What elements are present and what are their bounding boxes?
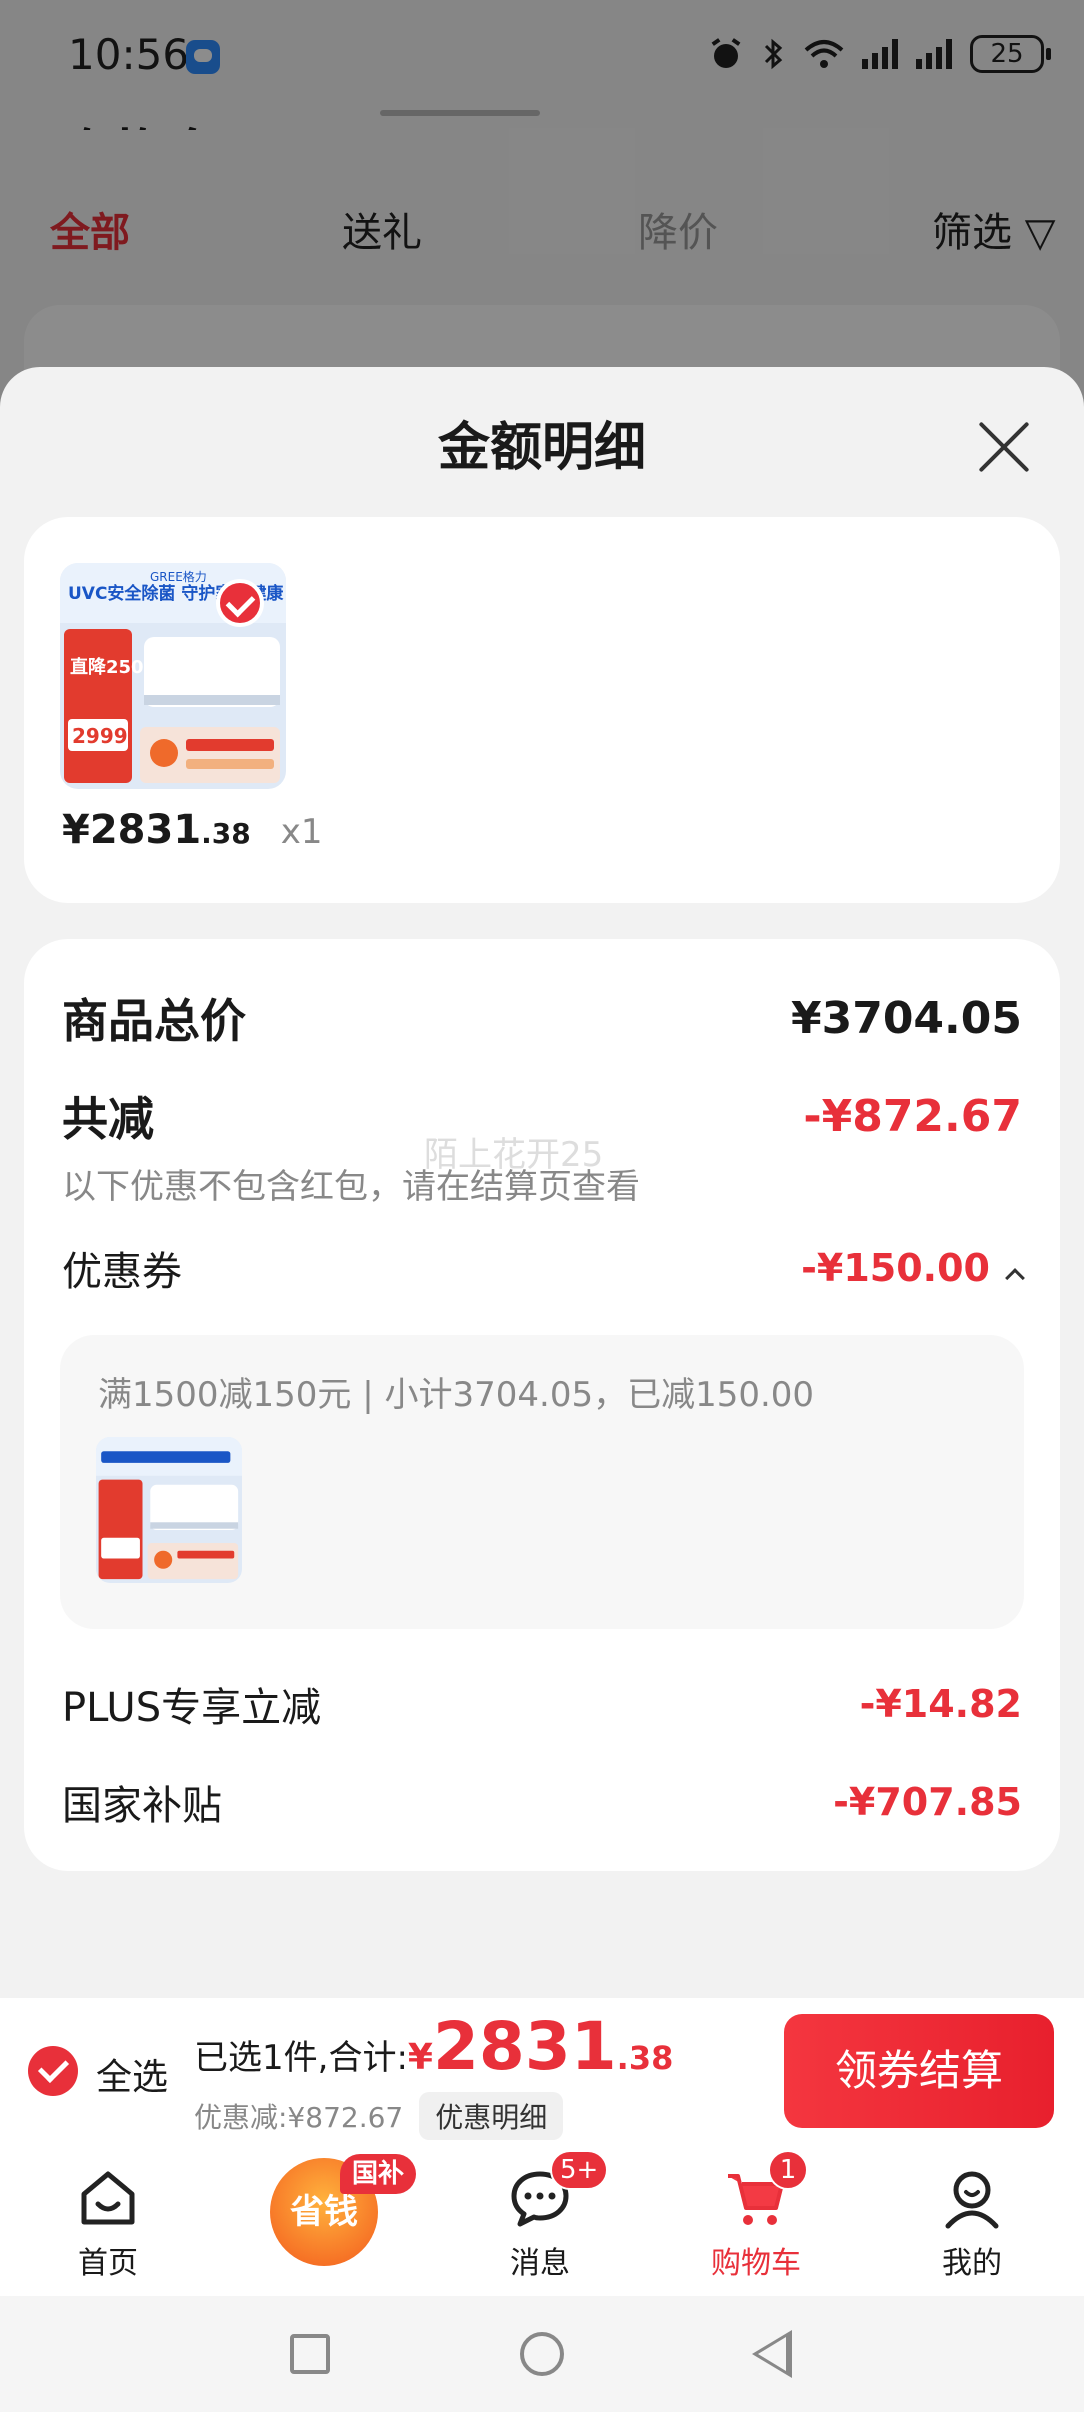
product-image-brand: GREE格力 (150, 569, 207, 584)
product-quantity: x1 (280, 812, 323, 852)
recent-apps-icon[interactable] (290, 2334, 330, 2374)
total-amount-int: 2831 (432, 2008, 617, 2085)
discount-line: 优惠减:¥872.67 优惠明细 (194, 2092, 564, 2140)
cart-count-badge: 1 (768, 2150, 808, 2190)
tab-cart-label: 购物车 (711, 2246, 801, 2281)
close-icon[interactable] (974, 417, 1034, 477)
total-currency: ¥ (407, 2037, 433, 2078)
system-navigation-bar (0, 2296, 1084, 2412)
discount-detail-button[interactable]: 优惠明细 (419, 2092, 564, 2140)
product-price-dec: .38 (201, 817, 251, 850)
selected-count-text: 已选1件,合计: (194, 2038, 408, 2078)
national-subsidy-label: 国家补贴 (62, 1783, 222, 1829)
checkout-button[interactable]: 领券结算 (784, 2014, 1054, 2128)
product-image-price: 2999 (72, 724, 128, 748)
selected-total-line: 已选1件,合计: ¥ 2831 .38 (194, 2008, 673, 2085)
national-subsidy-badge: 国补 (340, 2154, 417, 2194)
total-price-label: 商品总价 (62, 994, 246, 1048)
select-all-check-icon[interactable] (28, 2046, 78, 2096)
chevron-up-icon[interactable] (1005, 1268, 1025, 1288)
coupon-product-thumbnail (96, 1437, 242, 1583)
tab-cart[interactable]: 1 购物车 (656, 2146, 856, 2296)
product-price-int: ¥2831 (62, 807, 202, 853)
message-count-badge: 5+ (550, 2150, 609, 2190)
total-price-row: 商品总价 ¥3704.05 (62, 985, 1022, 1051)
coupon-value-wrap: -¥150.00 (801, 1246, 1025, 1290)
product-image-tag: 直降250 (70, 656, 144, 678)
plus-discount-row: PLUS专享立减 -¥14.82 (62, 1675, 1022, 1733)
discount-amount-text: 优惠减:¥872.67 (194, 2101, 404, 2134)
tab-home[interactable]: 首页 (8, 2146, 208, 2296)
tab-profile[interactable]: 我的 (872, 2146, 1072, 2296)
home-icon (81, 2171, 135, 2225)
product-price-row: ¥2831 .38 x1 (62, 807, 323, 853)
back-icon[interactable] (752, 2330, 792, 2378)
total-reduction-label: 共减 (62, 1092, 154, 1146)
plus-discount-label: PLUS专享立减 (62, 1685, 322, 1731)
home-button-icon[interactable] (520, 2332, 564, 2376)
tab-profile-label: 我的 (942, 2246, 1002, 2281)
tab-messages[interactable]: 5+ 消息 (440, 2146, 640, 2296)
product-selected-check-icon[interactable] (216, 579, 264, 627)
coupon-row[interactable]: 优惠券 -¥150.00 (62, 1239, 1025, 1297)
total-amount-dec: .38 (616, 2039, 674, 2077)
coupon-detail-box: 满1500减150元 | 小计3704.05，已减150.00 (60, 1335, 1024, 1629)
amount-breakdown-card: 商品总价 ¥3704.05 共减 -¥872.67 陌上花开25 以下优惠不包含… (24, 939, 1060, 1871)
coupon-value: -¥150.00 (801, 1246, 990, 1290)
settlement-bar: 全选 已选1件,合计: ¥ 2831 .38 优惠减:¥872.67 优惠明细 … (0, 1998, 1084, 2146)
total-reduction-value: -¥872.67 (803, 1090, 1022, 1142)
tab-messages-label: 消息 (510, 2246, 570, 2281)
profile-icon (945, 2171, 999, 2229)
sheet-title: 金额明细 (437, 418, 646, 478)
coupon-label: 优惠券 (62, 1249, 182, 1295)
total-price-value: ¥3704.05 (790, 992, 1022, 1044)
bottom-tab-bar: 首页 省钱 国补 5+ 消息 1 购物车 我的 (0, 2146, 1084, 2296)
select-all-label[interactable]: 全选 (96, 2048, 168, 2100)
tab-home-label: 首页 (78, 2246, 138, 2281)
national-subsidy-row: 国家补贴 -¥707.85 (62, 1773, 1022, 1831)
national-subsidy-value: -¥707.85 (833, 1780, 1022, 1824)
product-card: UVC安全除菌 守护家人健康 GREE格力 直降250 2999 ¥2831 .… (24, 517, 1060, 903)
coupon-detail-text: 满1500减150元 | 小计3704.05，已减150.00 (98, 1375, 815, 1415)
plus-discount-value: -¥14.82 (859, 1682, 1022, 1726)
reduction-note: 以下优惠不包含红包，请在结算页查看 (62, 1167, 640, 1207)
